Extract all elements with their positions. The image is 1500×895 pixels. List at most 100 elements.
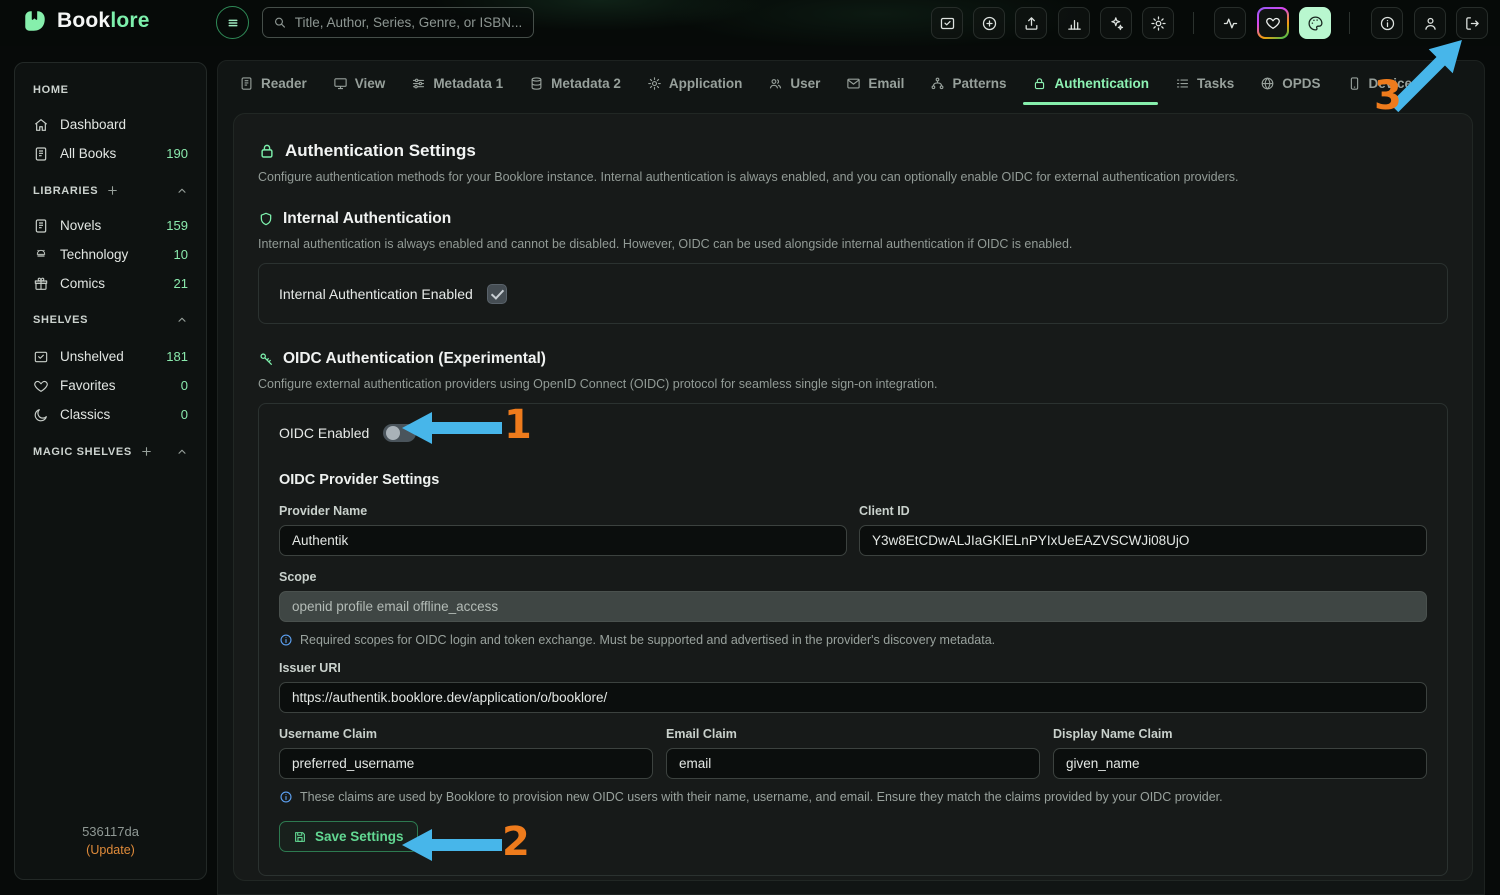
settings-button[interactable] xyxy=(1142,7,1174,39)
upload-icon xyxy=(1023,15,1040,32)
book-icon xyxy=(239,76,254,91)
magic-button[interactable] xyxy=(1100,7,1132,39)
provider-name-input[interactable] xyxy=(279,525,847,556)
info-icon xyxy=(279,790,293,804)
tab-tasks[interactable]: Tasks xyxy=(1162,61,1247,105)
brand-name: Booklore xyxy=(57,9,150,33)
chevron-up-icon[interactable] xyxy=(176,314,188,326)
sidebar-toggle-button[interactable] xyxy=(216,6,249,39)
sidebar-item-classics[interactable]: Classics 0 xyxy=(15,400,206,429)
activity-icon xyxy=(1222,15,1239,32)
display-name-claim-label: Display Name Claim xyxy=(1053,727,1427,741)
sidebar-item-technology[interactable]: Technology 10 xyxy=(15,240,206,269)
phone-icon xyxy=(1347,76,1362,91)
shield-icon xyxy=(258,211,274,227)
gear-icon xyxy=(1150,15,1167,32)
search-bar[interactable] xyxy=(262,7,534,38)
sparkles-icon xyxy=(1108,15,1125,32)
tab-opds[interactable]: OPDS xyxy=(1247,61,1333,105)
inbox-check-icon xyxy=(33,349,49,365)
email-claim-input[interactable] xyxy=(666,748,1040,779)
username-claim-label: Username Claim xyxy=(279,727,653,741)
hierarchy-icon xyxy=(930,76,945,91)
chevron-up-icon[interactable] xyxy=(176,446,188,458)
inbox-check-icon xyxy=(939,15,956,32)
tab-metadata-1[interactable]: Metadata 1 xyxy=(398,61,516,105)
upload-button[interactable] xyxy=(1015,7,1047,39)
tab-reader[interactable]: Reader xyxy=(226,61,320,105)
save-settings-button[interactable]: Save Settings xyxy=(279,821,418,852)
internal-auth-box: Internal Authentication Enabled xyxy=(258,263,1448,324)
content-panel: Reader View Metadata 1 Metadata 2 Applic… xyxy=(217,60,1485,895)
monitor-icon xyxy=(333,76,348,91)
annotation-arrow-1 xyxy=(402,410,504,446)
booklore-logo-icon xyxy=(22,8,48,34)
sidebar-item-favorites[interactable]: Favorites 0 xyxy=(15,371,206,400)
chevron-up-icon[interactable] xyxy=(176,185,188,197)
palette-icon xyxy=(1307,15,1324,32)
tab-user[interactable]: User xyxy=(755,61,833,105)
annotation-number-3: 3 xyxy=(1374,76,1402,116)
brand[interactable]: Booklore xyxy=(22,8,150,34)
users-icon xyxy=(768,76,783,91)
search-input[interactable] xyxy=(295,15,523,30)
username-claim-input[interactable] xyxy=(279,748,653,779)
hamburger-icon xyxy=(224,14,242,32)
tab-metadata-2[interactable]: Metadata 2 xyxy=(516,61,634,105)
count-badge: 10 xyxy=(174,247,188,262)
plus-circle-icon xyxy=(981,15,998,32)
tab-email[interactable]: Email xyxy=(833,61,917,105)
sidebar-section-magic-shelves: MAGIC SHELVES xyxy=(15,445,206,458)
sidebar-item-dashboard[interactable]: Dashboard xyxy=(15,110,206,139)
globe-icon xyxy=(1260,76,1275,91)
display-name-claim-input[interactable] xyxy=(1053,748,1427,779)
tab-view[interactable]: View xyxy=(320,61,399,105)
version-info: 536117da (Update) xyxy=(15,824,206,857)
update-link[interactable]: (Update) xyxy=(15,843,206,857)
sidebar-item-novels[interactable]: Novels 159 xyxy=(15,211,206,240)
count-badge: 159 xyxy=(166,218,188,233)
add-magic-shelf-icon[interactable] xyxy=(140,445,153,458)
count-badge: 190 xyxy=(166,146,188,161)
sidebar-item-all-books[interactable]: All Books 190 xyxy=(15,139,206,168)
tab-application[interactable]: Application xyxy=(634,61,756,105)
theme-button[interactable] xyxy=(1299,7,1331,39)
internal-auth-checkbox[interactable] xyxy=(487,284,507,304)
favorites-button[interactable] xyxy=(1257,7,1289,39)
internal-auth-description: Internal authentication is always enable… xyxy=(258,237,1448,251)
tab-patterns[interactable]: Patterns xyxy=(917,61,1019,105)
add-library-icon[interactable] xyxy=(106,184,119,197)
sidebar-item-comics[interactable]: Comics 21 xyxy=(15,269,206,298)
gift-icon xyxy=(33,276,49,292)
annotation-number-1: 1 xyxy=(504,405,532,445)
sidebar-item-unshelved[interactable]: Unshelved 181 xyxy=(15,342,206,371)
count-badge: 21 xyxy=(174,276,188,291)
page-description: Configure authentication methods for you… xyxy=(258,170,1448,184)
oidc-auth-description: Configure external authentication provid… xyxy=(258,377,1448,391)
inbox-button[interactable] xyxy=(931,7,963,39)
add-button[interactable] xyxy=(973,7,1005,39)
oidc-provider-settings-title: OIDC Provider Settings xyxy=(279,472,1427,488)
list-icon xyxy=(1175,76,1190,91)
topbar-divider xyxy=(1349,12,1350,34)
gear-icon xyxy=(647,76,662,91)
lock-icon xyxy=(1032,76,1047,91)
sidebar-section-shelves: SHELVES xyxy=(15,314,206,326)
stats-button[interactable] xyxy=(1058,7,1090,39)
database-icon xyxy=(529,76,544,91)
topbar: Booklore xyxy=(0,0,1500,46)
home-icon xyxy=(33,117,49,133)
heart-icon xyxy=(33,378,49,394)
tab-authentication[interactable]: Authentication xyxy=(1019,61,1162,105)
claims-help: These claims are used by Booklore to pro… xyxy=(279,790,1427,804)
activity-button[interactable] xyxy=(1214,7,1246,39)
annotation-arrow-2 xyxy=(402,827,504,863)
mail-icon xyxy=(846,76,861,91)
client-id-input[interactable] xyxy=(859,525,1427,556)
issuer-uri-input[interactable] xyxy=(279,682,1427,713)
internal-auth-checkbox-label: Internal Authentication Enabled xyxy=(279,286,473,302)
sidebar: HOME Dashboard All Books 190 LIBRARIES N… xyxy=(14,62,207,880)
sidebar-section-home: HOME xyxy=(15,84,206,96)
count-badge: 0 xyxy=(181,378,188,393)
scope-help: Required scopes for OIDC login and token… xyxy=(279,633,1427,647)
